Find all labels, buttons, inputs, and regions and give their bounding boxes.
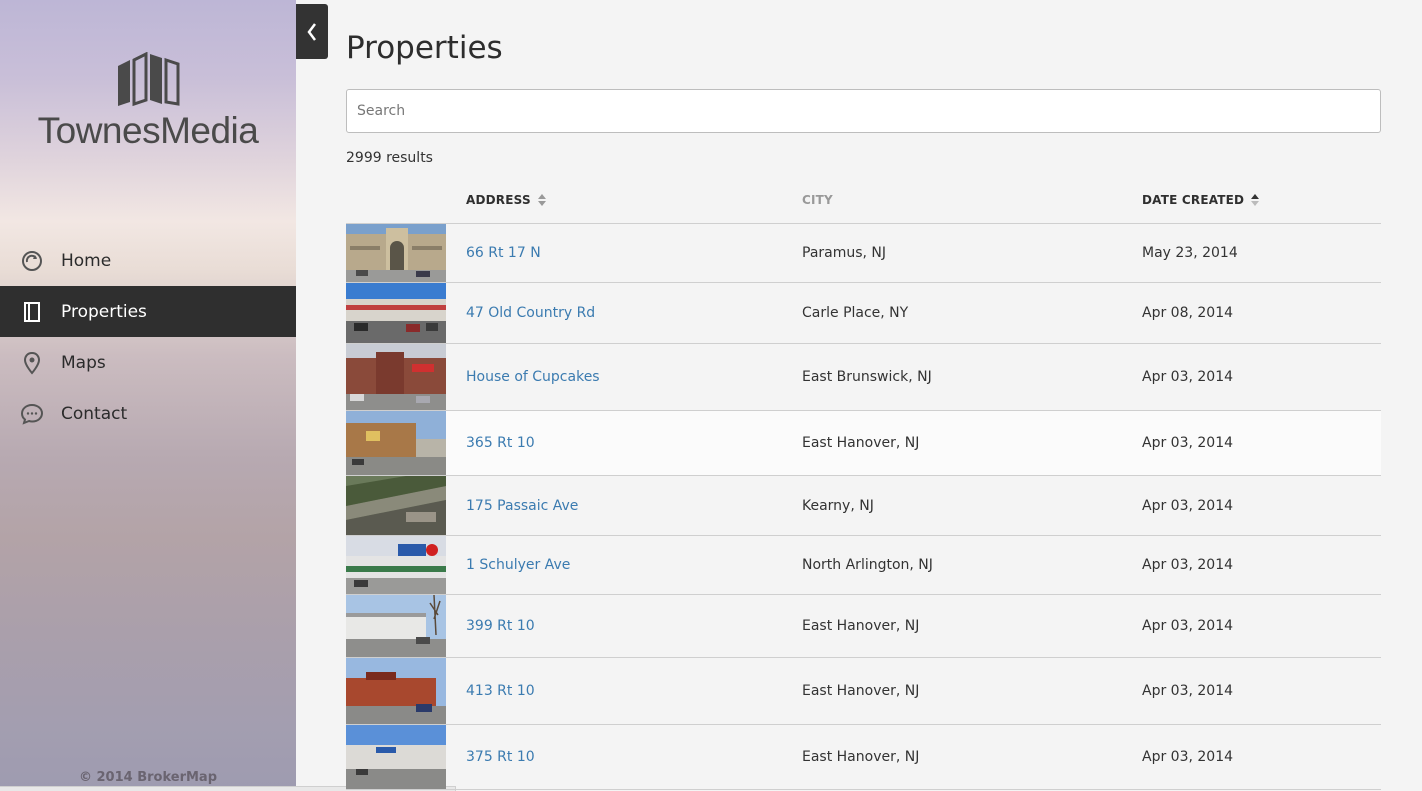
property-city: East Hanover, NJ [802,749,920,765]
table-row[interactable]: House of Cupcakes East Brunswick, NJ Apr… [346,344,1381,411]
sidebar-item-properties[interactable]: Properties [0,286,296,337]
property-date-created: Apr 03, 2014 [1142,497,1234,514]
table-row[interactable]: 365 Rt 10 East Hanover, NJ Apr 03, 2014 [346,411,1381,476]
column-header-label: CITY [802,192,833,207]
property-date-created: Apr 03, 2014 [1142,618,1234,634]
property-address-link[interactable]: 365 Rt 10 [466,435,535,451]
table-row[interactable]: 175 Passaic Ave Kearny, NJ Apr 03, 2014 [346,476,1381,536]
table-row[interactable]: 375 Rt 10 East Hanover, NJ Apr 03, 2014 [346,725,1381,790]
table-row[interactable]: 413 Rt 10 East Hanover, NJ Apr 03, 2014 [346,658,1381,725]
property-date-created: Apr 03, 2014 [1142,557,1234,573]
property-city: East Hanover, NJ [802,618,920,634]
property-thumbnail[interactable] [346,476,446,535]
sidebar-item-home[interactable]: Home [0,235,296,286]
main-content: Properties 2999 results ADDRESS CITY DAT… [346,0,1381,791]
property-thumbnail[interactable] [346,411,446,475]
sidebar-toggle-button[interactable] [296,4,328,59]
property-thumbnail[interactable] [346,344,446,410]
sort-ascending-icon [1251,193,1260,206]
property-city: Kearny, NJ [802,497,874,514]
column-header-city: CITY [802,193,833,207]
property-city: East Hanover, NJ [802,435,920,451]
table-row[interactable]: 47 Old Country Rd Carle Place, NY Apr 08… [346,283,1381,344]
property-thumbnail[interactable] [346,283,446,343]
sidebar-item-label: Maps [61,352,106,373]
property-city: Carle Place, NY [802,305,909,321]
property-date-created: May 23, 2014 [1142,245,1238,261]
column-header-label: ADDRESS [466,192,531,207]
sidebar-item-label: Home [61,250,112,271]
property-city: Paramus, NJ [802,245,887,261]
property-date-created: Apr 03, 2014 [1142,749,1234,765]
brand-logo[interactable]: TownesMedia [0,52,296,152]
chat-bubble-icon [20,402,44,426]
property-address-link[interactable]: 1 Schulyer Ave [466,557,570,573]
property-date-created: Apr 03, 2014 [1142,683,1234,699]
property-date-created: Apr 03, 2014 [1142,435,1234,451]
table-row[interactable]: 399 Rt 10 East Hanover, NJ Apr 03, 2014 [346,595,1381,658]
copyright-text: © 2014 BrokerMap [78,770,218,785]
sidebar-item-contact[interactable]: Contact [0,388,296,439]
property-address-link[interactable]: 66 Rt 17 N [466,245,541,261]
property-address-link[interactable]: House of Cupcakes [466,369,600,385]
brand-name: TownesMedia [37,110,259,151]
property-city: East Brunswick, NJ [802,369,932,385]
sidebar-item-maps[interactable]: Maps [0,337,296,388]
home-refresh-icon [20,249,44,273]
logo-mark-icon [118,52,180,107]
column-header-address[interactable]: ADDRESS [466,193,546,207]
property-city: North Arlington, NJ [802,557,933,573]
search-input[interactable] [346,89,1381,133]
property-date-created: Apr 08, 2014 [1142,305,1234,321]
sidebar-item-label: Properties [61,301,147,322]
column-header-label: DATE CREATED [1142,192,1245,207]
sidebar-nav: Home Properties Maps Contact [0,235,296,439]
column-header-date-created[interactable]: DATE CREATED [1142,192,1260,207]
property-date-created: Apr 03, 2014 [1142,369,1234,385]
property-thumbnail[interactable] [346,595,446,657]
sidebar: TownesMedia Home Properties Maps Contact [0,0,296,791]
properties-table: ADDRESS CITY DATE CREATED 66 Rt 17 N Par… [346,176,1381,790]
property-address-link[interactable]: 413 Rt 10 [466,683,535,699]
sidebar-item-label: Contact [61,403,128,424]
document-icon [20,300,44,324]
property-address-link[interactable]: 399 Rt 10 [466,618,535,634]
property-thumbnail[interactable] [346,536,446,594]
sort-unsorted-icon [537,193,546,206]
table-row[interactable]: 66 Rt 17 N Paramus, NJ May 23, 2014 [346,224,1381,283]
property-address-link[interactable]: 375 Rt 10 [466,749,535,765]
property-address-link[interactable]: 175 Passaic Ave [466,498,578,514]
results-count: 2999 results [346,150,433,166]
property-city: East Hanover, NJ [802,683,920,699]
map-pin-icon [20,351,44,375]
property-thumbnail[interactable] [346,224,446,282]
property-thumbnail[interactable] [346,658,446,724]
property-thumbnail[interactable] [346,725,446,789]
chevron-left-icon [307,22,316,41]
table-row[interactable]: 1 Schulyer Ave North Arlington, NJ Apr 0… [346,536,1381,595]
table-header: ADDRESS CITY DATE CREATED [346,176,1381,224]
page-title: Properties [346,30,503,66]
property-address-link[interactable]: 47 Old Country Rd [466,305,595,321]
